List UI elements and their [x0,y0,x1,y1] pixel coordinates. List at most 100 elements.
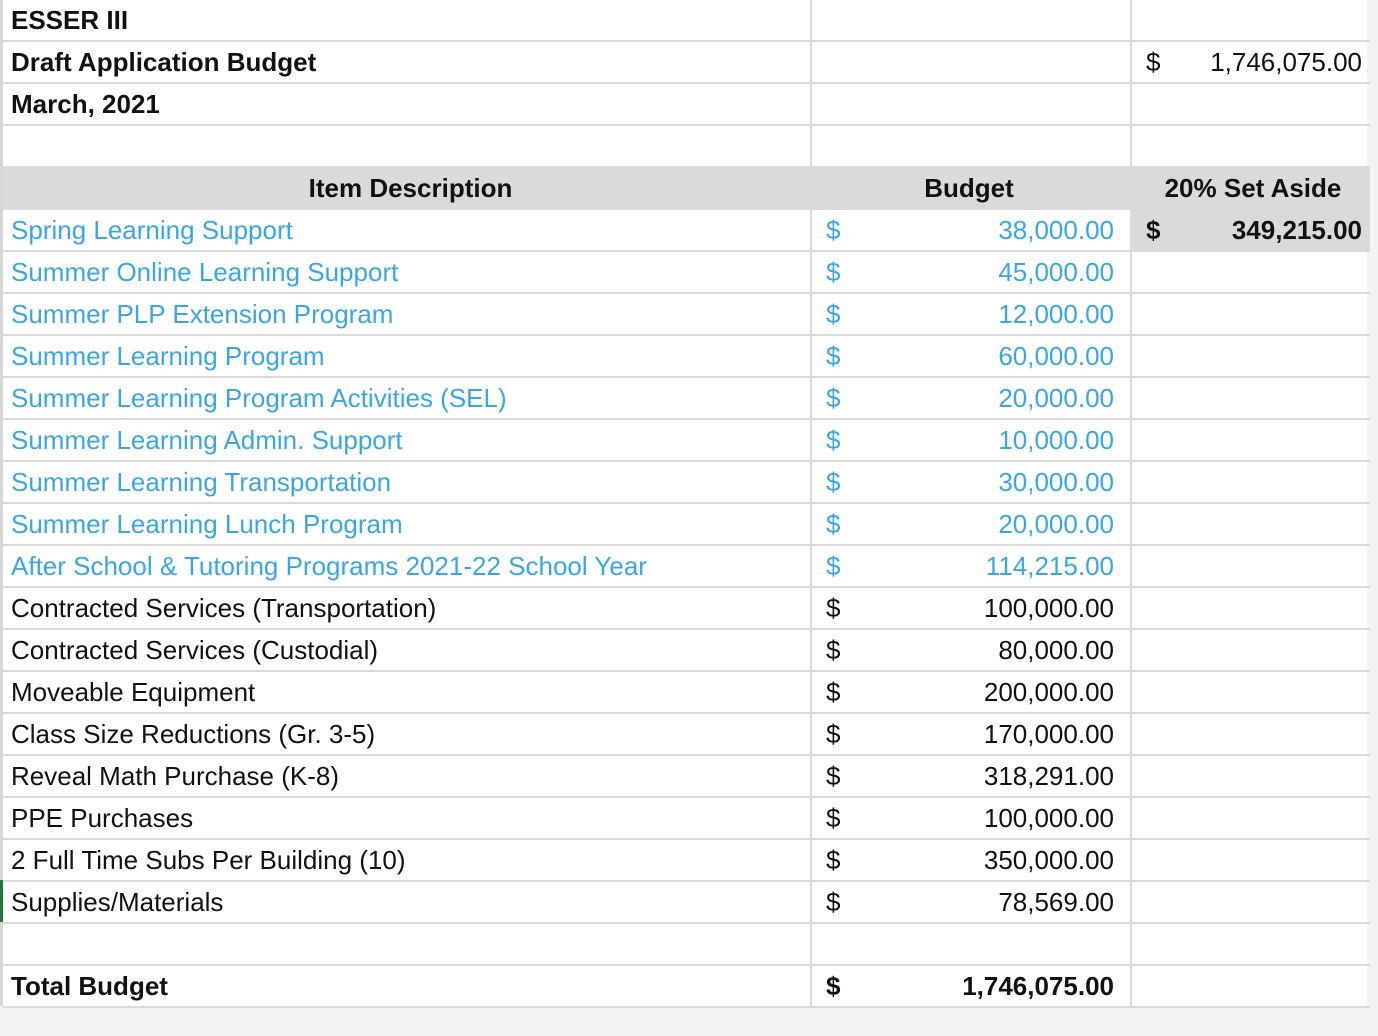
set-aside-total-cell[interactable]: $349,215.00 [1130,210,1370,250]
empty-cell[interactable] [810,924,1130,964]
table-row: Summer Learning Lunch Program $20,000.00 [3,504,1370,546]
subtitle-row: Draft Application Budget $ 1,746,075.00 [3,42,1370,84]
item-amount: 78,569.00 [998,886,1114,917]
currency-symbol: $ [826,970,841,1001]
total-value: 1,746,075.00 [962,970,1114,1001]
empty-cell[interactable] [1130,252,1370,292]
item-description[interactable]: Summer Online Learning Support [11,252,810,292]
item-budget-cell[interactable]: $100,000.00 [810,798,1130,838]
item-amount: 20,000.00 [998,508,1114,539]
empty-cell[interactable] [1130,798,1370,838]
empty-cell[interactable] [1130,126,1370,166]
item-budget-cell[interactable]: $45,000.00 [810,252,1130,292]
item-description[interactable]: PPE Purchases [11,798,810,838]
empty-cell[interactable] [1130,462,1370,502]
top-total-cell[interactable]: $ 1,746,075.00 [1130,42,1370,82]
column-header-row: Item Description Budget 20% Set Aside [3,166,1370,210]
item-description[interactable]: Class Size Reductions (Gr. 3-5) [11,714,810,754]
currency-symbol: $ [826,340,841,371]
sheet-date[interactable]: March, 2021 [11,84,810,124]
item-description[interactable]: Summer Learning Admin. Support [11,420,810,460]
item-budget-cell[interactable]: $200,000.00 [810,672,1130,712]
item-budget-cell[interactable]: $12,000.00 [810,294,1130,334]
column-header-description[interactable]: Item Description [11,166,810,210]
empty-cell[interactable] [1130,672,1370,712]
item-amount: 30,000.00 [998,466,1114,497]
item-amount: 114,215.00 [985,550,1114,581]
item-budget-cell[interactable]: $20,000.00 [810,378,1130,418]
table-row: Summer Online Learning Support $45,000.00 [3,252,1370,294]
item-budget-cell[interactable]: $78,569.00 [810,882,1130,922]
empty-cell[interactable] [11,126,810,166]
total-row: Total Budget $ 1,746,075.00 [3,966,1370,1008]
item-amount: 20,000.00 [998,382,1114,413]
empty-cell[interactable] [1130,294,1370,334]
empty-cell[interactable] [1130,924,1370,964]
item-description[interactable]: Contracted Services (Transportation) [11,588,810,628]
item-description[interactable]: Supplies/Materials [11,882,810,922]
item-amount: 100,000.00 [983,592,1114,623]
item-description[interactable]: Spring Learning Support [11,210,810,250]
currency-symbol: $ [826,508,841,539]
blank-row [3,126,1370,166]
empty-cell[interactable] [1130,378,1370,418]
item-budget-cell[interactable]: $170,000.00 [810,714,1130,754]
sheet-title[interactable]: ESSER III [11,0,810,40]
item-budget-cell[interactable]: $60,000.00 [810,336,1130,376]
empty-cell[interactable] [1130,336,1370,376]
currency-symbol: $ [826,802,841,833]
empty-cell[interactable] [1130,546,1370,586]
empty-cell[interactable] [1130,504,1370,544]
item-budget-cell[interactable]: $318,291.00 [810,756,1130,796]
empty-cell[interactable] [1130,420,1370,460]
total-label[interactable]: Total Budget [11,966,810,1006]
item-budget-cell[interactable]: $114,215.00 [810,546,1130,586]
currency-symbol: $ [1146,214,1161,245]
item-budget-cell[interactable]: $38,000.00 [810,210,1130,250]
item-description[interactable]: 2 Full Time Subs Per Building (10) [11,840,810,880]
empty-cell[interactable] [810,84,1130,124]
empty-cell[interactable] [1130,0,1370,40]
item-budget-cell[interactable]: $100,000.00 [810,588,1130,628]
column-header-budget[interactable]: Budget [810,166,1130,210]
item-description[interactable]: Summer PLP Extension Program [11,294,810,334]
item-description[interactable]: Summer Learning Transportation [11,462,810,502]
table-row: Summer Learning Program Activities (SEL)… [3,378,1370,420]
sheet-subtitle[interactable]: Draft Application Budget [11,42,810,82]
empty-cell[interactable] [1130,714,1370,754]
empty-cell[interactable] [1130,588,1370,628]
empty-cell[interactable] [1130,756,1370,796]
table-row: Reveal Math Purchase (K-8) $318,291.00 [3,756,1370,798]
empty-cell[interactable] [1130,882,1370,922]
empty-cell[interactable] [810,0,1130,40]
currency-symbol: $ [826,676,841,707]
table-row: Summer Learning Admin. Support $10,000.00 [3,420,1370,462]
empty-cell[interactable] [810,126,1130,166]
empty-cell[interactable] [1130,84,1370,124]
empty-cell[interactable] [11,924,810,964]
currency-symbol: $ [826,424,841,455]
currency-symbol: $ [826,634,841,665]
item-budget-cell[interactable]: $350,000.00 [810,840,1130,880]
table-row: Supplies/Materials $78,569.00 [3,882,1370,924]
empty-cell[interactable] [810,42,1130,82]
item-description[interactable]: Summer Learning Lunch Program [11,504,810,544]
item-description[interactable]: Summer Learning Program Activities (SEL) [11,378,810,418]
item-budget-cell[interactable]: $80,000.00 [810,630,1130,670]
empty-cell[interactable] [1130,966,1370,1006]
column-header-set-aside[interactable]: 20% Set Aside [1130,166,1370,210]
item-description[interactable]: Contracted Services (Custodial) [11,630,810,670]
item-description[interactable]: Reveal Math Purchase (K-8) [11,756,810,796]
item-amount: 12,000.00 [998,298,1114,329]
item-description[interactable]: After School & Tutoring Programs 2021-22… [11,546,810,586]
table-row: Summer PLP Extension Program $12,000.00 [3,294,1370,336]
empty-cell[interactable] [1130,840,1370,880]
empty-cell[interactable] [1130,630,1370,670]
total-cell[interactable]: $ 1,746,075.00 [810,966,1130,1006]
item-description[interactable]: Moveable Equipment [11,672,810,712]
item-description[interactable]: Summer Learning Program [11,336,810,376]
item-budget-cell[interactable]: $30,000.00 [810,462,1130,502]
currency-symbol: $ [826,844,841,875]
item-budget-cell[interactable]: $10,000.00 [810,420,1130,460]
item-budget-cell[interactable]: $20,000.00 [810,504,1130,544]
